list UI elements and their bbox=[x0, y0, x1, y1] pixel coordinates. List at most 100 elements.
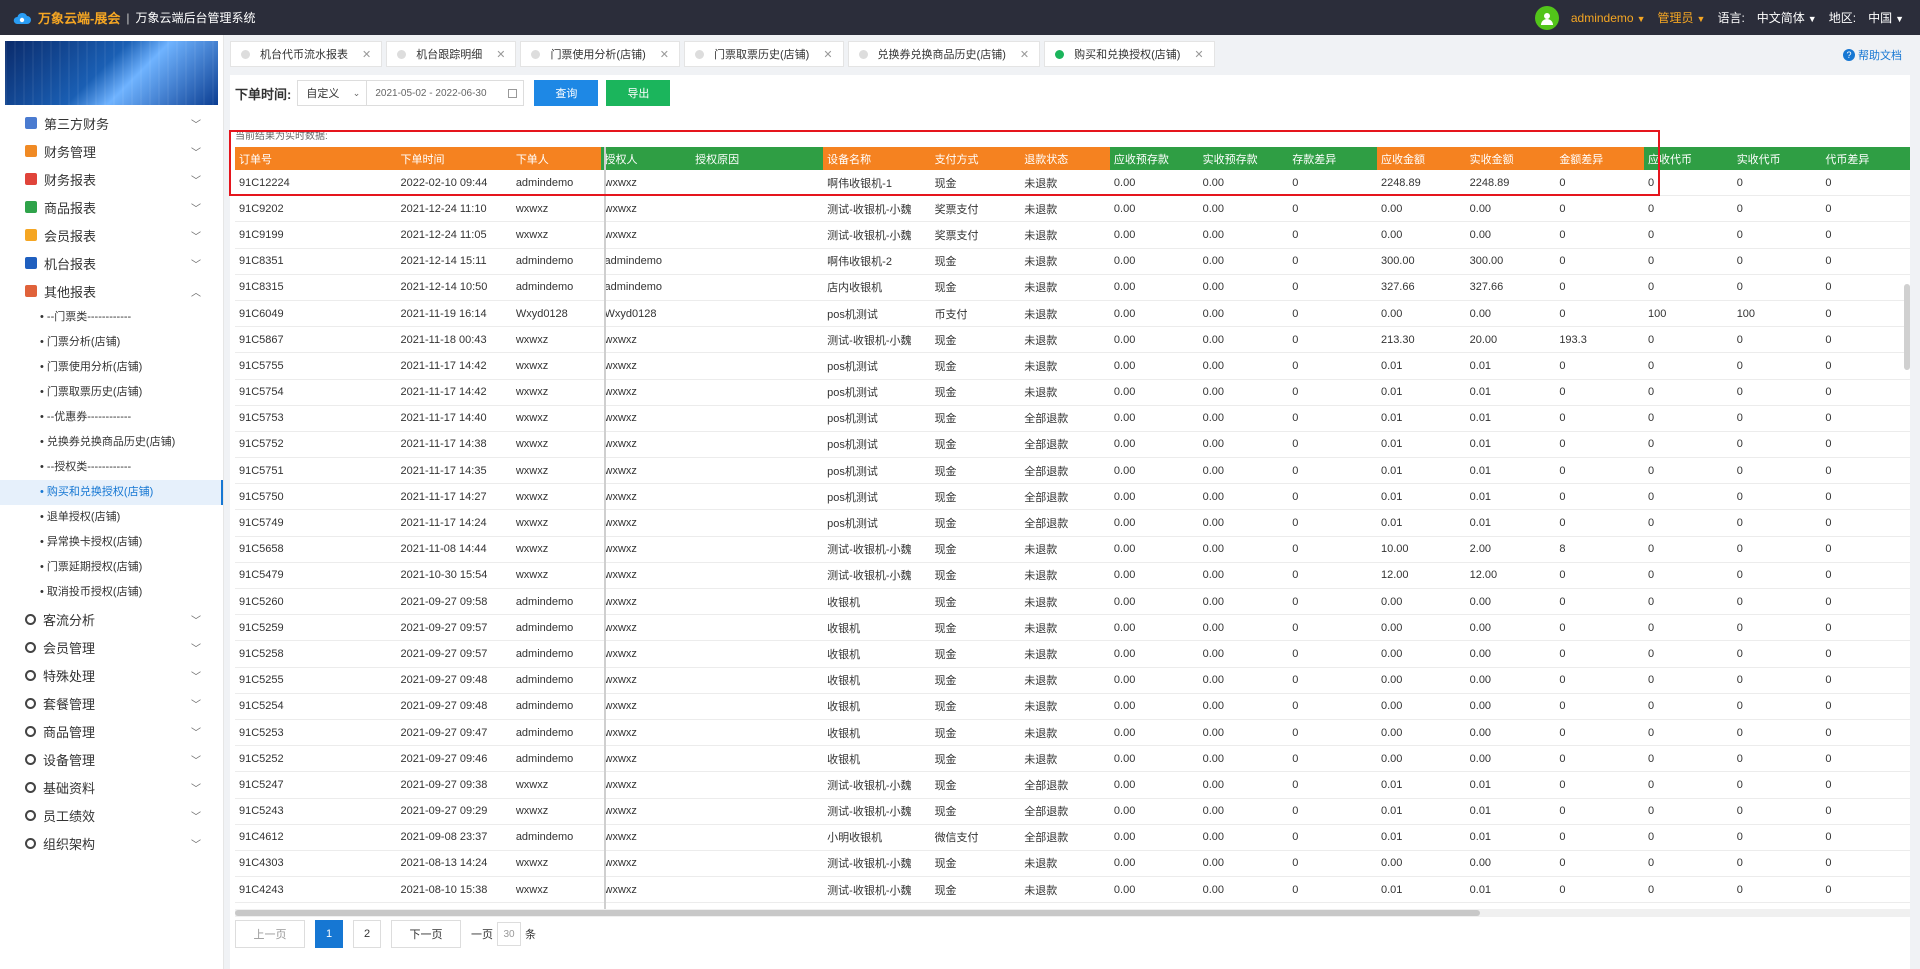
column-header[interactable]: 代币差异 bbox=[1821, 147, 1910, 170]
sidebar-item[interactable]: 会员管理 ﹀ bbox=[0, 633, 223, 661]
vertical-scrollbar[interactable] bbox=[1904, 284, 1910, 370]
submenu-item[interactable]: • 门票使用分析(店铺) bbox=[0, 355, 223, 380]
table-row[interactable]: 91C5754 2021-11-17 14:42 wxwxz wxwxz pos机测试 现… bbox=[235, 380, 1910, 406]
sidebar-item[interactable]: 会员报表 ﹀ bbox=[0, 221, 223, 249]
table-row[interactable]: 91C4612 2021-09-08 23:37 admindemo wxwxz 小明收… bbox=[235, 825, 1910, 851]
close-icon[interactable]: ✕ bbox=[823, 48, 832, 61]
tab-item[interactable]: 门票取票历史(店铺) ✕ bbox=[683, 41, 844, 67]
submenu-item[interactable]: • 兑换券兑换商品历史(店铺) bbox=[0, 430, 223, 455]
query-button[interactable]: 查询 bbox=[534, 80, 599, 106]
tab-item[interactable]: 机台代币流水报表 ✕ bbox=[230, 41, 383, 67]
column-header[interactable]: 应收预存款 bbox=[1109, 147, 1199, 170]
table-row[interactable]: 91C5479 2021-10-30 15:54 wxwxz wxwxz 测试-收银机-… bbox=[235, 563, 1910, 589]
tab-item[interactable]: 购买和兑换授权(店铺) ✕ bbox=[1044, 41, 1215, 67]
table-row[interactable]: 91C8351 2021-12-14 15:11 admindemo admindem… bbox=[235, 249, 1910, 275]
column-header[interactable]: 金额差异 bbox=[1555, 147, 1644, 170]
submenu-item[interactable]: • 退单授权(店铺) bbox=[0, 505, 223, 530]
sidebar-item[interactable]: 财务报表 ﹀ bbox=[0, 165, 223, 193]
username-dropdown[interactable]: admindemo ▼ bbox=[1571, 11, 1646, 25]
sidebar-item[interactable]: 财务管理 ﹀ bbox=[0, 137, 223, 165]
submenu-item[interactable]: • --优惠券------------ bbox=[0, 405, 223, 430]
submenu-item[interactable]: • 购买和兑换授权(店铺) bbox=[0, 480, 223, 505]
sidebar-item[interactable]: 客流分析 ﹀ bbox=[0, 605, 223, 633]
close-icon[interactable]: ✕ bbox=[1020, 48, 1029, 61]
close-icon[interactable]: ✕ bbox=[496, 48, 505, 61]
table-row[interactable]: 91C9199 2021-12-24 11:05 wxwxz wxwxz 测试-收银机-… bbox=[235, 222, 1910, 249]
sidebar-item[interactable]: 商品报表 ﹀ bbox=[0, 193, 223, 221]
tab-item[interactable]: 机台跟踪明细 ✕ bbox=[386, 41, 517, 67]
tab-item[interactable]: 兑换券兑换商品历史(店铺) ✕ bbox=[847, 41, 1041, 67]
sidebar-item[interactable]: 套餐管理 ﹀ bbox=[0, 689, 223, 717]
tab-item[interactable]: 门票使用分析(店铺) ✕ bbox=[520, 41, 680, 67]
submenu-item[interactable]: • 门票延期授权(店铺) bbox=[0, 555, 223, 580]
export-button[interactable]: 导出 bbox=[606, 80, 671, 106]
submenu-item[interactable]: • 门票取票历史(店铺) bbox=[0, 380, 223, 405]
scrollbar-thumb[interactable] bbox=[235, 910, 1480, 916]
column-header[interactable]: 支付方式 bbox=[930, 147, 1021, 170]
table-row[interactable]: 91C5258 2021-09-27 09:57 admindemo wxwxz 收银机… bbox=[235, 641, 1910, 668]
submenu-item[interactable]: • 取消投币授权(店铺) bbox=[0, 580, 223, 605]
sidebar-item[interactable]: 设备管理 ﹀ bbox=[0, 745, 223, 773]
close-icon[interactable]: ✕ bbox=[660, 48, 669, 61]
sidebar-item[interactable]: 商品管理 ﹀ bbox=[0, 717, 223, 745]
brand-logo[interactable]: 万象云端-展会 | 万象云端后台管理系统 bbox=[0, 0, 255, 35]
table-row[interactable]: 91C5749 2021-11-17 14:24 wxwxz wxwxz pos机测试 现… bbox=[235, 510, 1910, 537]
sidebar-item[interactable]: 员工绩效 ﹀ bbox=[0, 801, 223, 829]
table-row[interactable]: 91C12224 2022-02-10 09:44 admindemo wxwxz 啊伟… bbox=[235, 170, 1910, 197]
language-dropdown[interactable]: 中文简体 ▼ bbox=[1757, 9, 1817, 26]
table-row[interactable]: 91C9202 2021-12-24 11:10 wxwxz wxwxz 测试-收银机-… bbox=[235, 196, 1910, 223]
sidebar-item[interactable]: 其他报表 ︿ bbox=[0, 277, 223, 305]
table-row[interactable]: 91C8315 2021-12-14 10:50 admindemo admindem… bbox=[235, 275, 1910, 301]
column-header[interactable]: 退款状态 bbox=[1020, 147, 1110, 170]
submenu-item[interactable]: • --门票类------------ bbox=[0, 305, 223, 330]
column-header[interactable]: 实收代币 bbox=[1732, 147, 1822, 170]
avatar[interactable] bbox=[1534, 5, 1559, 30]
table-row[interactable]: 91C4303 2021-08-13 14:24 wxwxz wxwxz 测试-收银机-… bbox=[235, 851, 1910, 878]
time-mode-select[interactable]: 自定义 ⌄ bbox=[297, 80, 368, 106]
table-row[interactable]: 91C5259 2021-09-27 09:57 admindemo wxwxz 收银机… bbox=[235, 615, 1910, 642]
table-row[interactable]: 91C5755 2021-11-17 14:42 wxwxz wxwxz pos机测试 现… bbox=[235, 353, 1910, 380]
date-range-input[interactable]: 2021-05-02 - 2022-06-30 bbox=[367, 80, 525, 106]
table-row[interactable]: 91C5254 2021-09-27 09:48 admindemo wxwxz 收银机… bbox=[235, 694, 1910, 720]
column-header[interactable]: 应收金额 bbox=[1376, 147, 1466, 170]
close-icon[interactable]: ✕ bbox=[1194, 48, 1203, 61]
sidebar-item[interactable]: 基础资料 ﹀ bbox=[0, 773, 223, 801]
submenu-item[interactable]: • 门票分析(店铺) bbox=[0, 330, 223, 355]
table-row[interactable]: 91C5752 2021-11-17 14:38 wxwxz wxwxz pos机测试 现… bbox=[235, 432, 1910, 459]
column-header[interactable]: 应收代币 bbox=[1644, 147, 1733, 170]
help-link[interactable]: ? 帮助文档 bbox=[1843, 47, 1902, 63]
table-row[interactable]: 91C5751 2021-11-17 14:35 wxwxz wxwxz pos机测试 现… bbox=[235, 458, 1910, 485]
column-header[interactable]: 下单时间 bbox=[396, 147, 512, 170]
region-dropdown[interactable]: 中国 ▼ bbox=[1868, 9, 1904, 26]
horizontal-scrollbar[interactable] bbox=[235, 909, 1910, 917]
column-header[interactable]: 授权人 bbox=[600, 147, 692, 170]
sidebar-item[interactable]: 组织架构 ﹀ bbox=[0, 829, 223, 857]
prev-page-button[interactable]: 上一页 bbox=[235, 920, 305, 948]
table-row[interactable]: 91C5753 2021-11-17 14:40 wxwxz wxwxz pos机测试 现… bbox=[235, 406, 1910, 432]
page-number-button[interactable]: 2 bbox=[353, 920, 381, 948]
next-page-button[interactable]: 下一页 bbox=[391, 920, 461, 948]
sidebar-item[interactable]: 第三方财务 ﹀ bbox=[0, 109, 223, 137]
table-row[interactable]: 91C5658 2021-11-08 14:44 wxwxz wxwxz 测试-收银机-… bbox=[235, 537, 1910, 563]
sidebar-item[interactable]: 机台报表 ﹀ bbox=[0, 249, 223, 277]
page-size-input[interactable]: 30 bbox=[497, 922, 521, 946]
table-row[interactable]: 91C6049 2021-11-19 16:14 Wxyd0128 Wxyd0128 p… bbox=[235, 301, 1910, 328]
table-row[interactable]: 91C5247 2021-09-27 09:38 wxwxz wxwxz 测试-收银机-… bbox=[235, 772, 1910, 799]
table-row[interactable]: 91C5750 2021-11-17 14:27 wxwxz wxwxz pos机测试 现… bbox=[235, 484, 1910, 511]
column-header[interactable]: 实收金额 bbox=[1465, 147, 1556, 170]
sidebar-item[interactable]: 特殊处理 ﹀ bbox=[0, 661, 223, 689]
submenu-item[interactable]: • 异常换卡授权(店铺) bbox=[0, 530, 223, 555]
table-row[interactable]: 91C5243 2021-09-27 09:29 wxwxz wxwxz 测试-收银机-… bbox=[235, 799, 1910, 825]
column-header[interactable]: 存款差异 bbox=[1288, 147, 1377, 170]
table-row[interactable]: 91C5260 2021-09-27 09:58 admindemo wxwxz 收银机… bbox=[235, 589, 1910, 616]
role-dropdown[interactable]: 管理员 ▼ bbox=[1658, 9, 1706, 26]
table-row[interactable]: 91C5255 2021-09-27 09:48 admindemo wxwxz 收银机… bbox=[235, 668, 1910, 694]
column-header[interactable]: 设备名称 bbox=[823, 147, 931, 170]
page-number-button[interactable]: 1 bbox=[315, 920, 343, 948]
table-row[interactable]: 91C5867 2021-11-18 00:43 wxwxz wxwxz 测试-收银机-… bbox=[235, 327, 1910, 354]
close-icon[interactable]: ✕ bbox=[362, 48, 371, 61]
table-row[interactable]: 91C5253 2021-09-27 09:47 admindemo wxwxz 收银机… bbox=[235, 720, 1910, 747]
column-header[interactable]: 下单人 bbox=[511, 147, 601, 170]
column-header[interactable]: 实收预存款 bbox=[1198, 147, 1289, 170]
table-row[interactable]: 91C4243 2021-08-10 15:38 wxwxz wxwxz 测试-收银机-… bbox=[235, 877, 1910, 904]
